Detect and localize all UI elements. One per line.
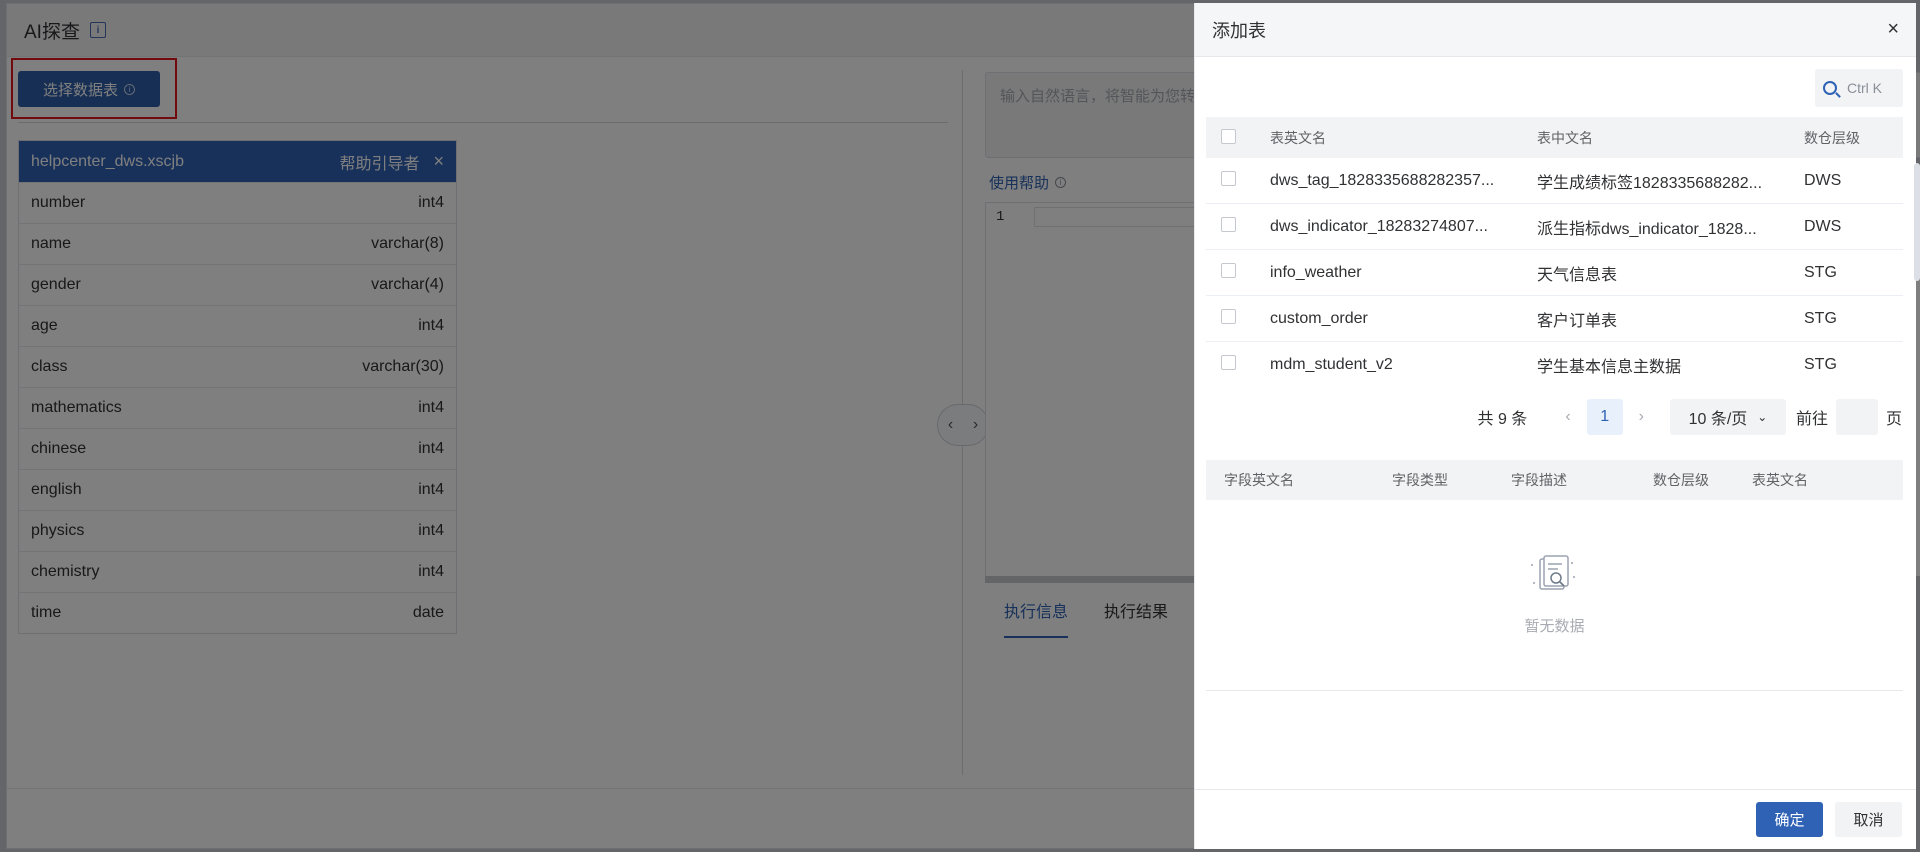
cell-en: dws_indicator_18283274807... — [1270, 217, 1488, 235]
goto-input[interactable] — [1835, 399, 1878, 435]
row-checkbox[interactable] — [1221, 170, 1236, 186]
cell-cn: 天气信息表 — [1537, 266, 1618, 284]
col-header-cn: 表中文名 — [1537, 129, 1593, 146]
page-size-value: 10 条/页 — [1688, 411, 1748, 428]
confirm-button[interactable]: 确定 — [1756, 802, 1823, 837]
cell-cn: 学生基本信息主数据 — [1537, 359, 1682, 376]
chevron-down-icon: ⌄ — [1757, 410, 1768, 424]
cancel-button[interactable]: 取消 — [1835, 802, 1902, 837]
table-row[interactable]: mdm_student_v2 学生基本信息主数据 STG — [1206, 342, 1903, 388]
drawer-title: 添加表 — [1212, 20, 1266, 41]
cell-level: STG — [1804, 356, 1837, 373]
col-header-level: 数仓层级 — [1804, 129, 1860, 146]
drawer-footer: 确定 取消 — [1195, 789, 1916, 849]
table-row[interactable]: dws_indicator_18283274807... 派生指标dws_ind… — [1206, 204, 1903, 250]
table-row[interactable]: info_weather 天气信息表 STG — [1206, 250, 1903, 296]
search-icon — [1823, 81, 1837, 95]
col-header-field-en: 字段英文名 — [1224, 472, 1294, 488]
cell-en: info_weather — [1270, 263, 1362, 281]
table-row[interactable]: dws_tag_1828335688282357... 学生成绩标签182833… — [1206, 158, 1903, 204]
table-list: dws_tag_1828335688282357... 学生成绩标签182833… — [1206, 158, 1903, 388]
search-shortcut: Ctrl K — [1847, 80, 1882, 96]
row-checkbox[interactable] — [1221, 216, 1236, 232]
goto-label: 前往 — [1795, 411, 1828, 428]
pager-total: 共 9 条 — [1477, 411, 1528, 428]
cell-en: custom_order — [1270, 309, 1368, 327]
cell-level: DWS — [1804, 217, 1842, 235]
pager-page[interactable]: 1 — [1586, 399, 1623, 435]
cell-cn: 学生成绩标签1828335688282... — [1537, 174, 1763, 192]
table-scrollbar[interactable] — [1914, 163, 1920, 281]
empty-text: 暂无数据 — [1524, 618, 1585, 635]
add-table-drawer: 添加表 × Ctrl K 表英文名 表中文名 数仓层级 dws_tag_1828… — [1194, 3, 1920, 849]
page-suffix: 页 — [1885, 411, 1902, 428]
field-list-empty: 暂无数据 — [1206, 503, 1903, 691]
close-icon[interactable]: × — [1887, 18, 1899, 41]
col-header-en: 表英文名 — [1270, 129, 1326, 146]
drawer-header: 添加表 × — [1195, 3, 1916, 57]
empty-document-icon — [1531, 555, 1575, 590]
page-size-select[interactable]: 10 条/页 ⌄ — [1669, 399, 1786, 435]
cell-cn: 派生指标dws_indicator_1828... — [1537, 220, 1757, 238]
select-all-checkbox[interactable] — [1221, 128, 1236, 144]
col-header-field-desc: 字段描述 — [1511, 472, 1567, 488]
chevron-right-icon[interactable]: › — [1639, 408, 1644, 426]
col-header-field-table: 表英文名 — [1752, 472, 1808, 488]
table-list-header: 表英文名 表中文名 数仓层级 — [1206, 117, 1903, 158]
chevron-left-icon[interactable]: ‹ — [1565, 408, 1570, 426]
row-checkbox[interactable] — [1221, 308, 1236, 324]
field-list-header: 字段英文名 字段类型 字段描述 数仓层级 表英文名 — [1206, 460, 1903, 500]
col-header-field-type: 字段类型 — [1392, 472, 1448, 488]
cell-level: STG — [1804, 309, 1837, 327]
cell-level: DWS — [1804, 171, 1842, 189]
col-header-field-level: 数仓层级 — [1653, 472, 1709, 488]
row-checkbox[interactable] — [1221, 262, 1236, 278]
cell-en: dws_tag_1828335688282357... — [1270, 171, 1495, 189]
pagination: 共 9 条 ‹ 1 › 10 条/页 ⌄ 前往 页 — [1478, 399, 1902, 435]
cell-en: mdm_student_v2 — [1270, 356, 1393, 373]
cell-cn: 客户订单表 — [1537, 312, 1618, 330]
search-button[interactable]: Ctrl K — [1815, 69, 1903, 107]
table-row[interactable]: custom_order 客户订单表 STG — [1206, 296, 1903, 342]
cell-level: STG — [1804, 263, 1837, 281]
row-checkbox[interactable] — [1221, 355, 1236, 370]
